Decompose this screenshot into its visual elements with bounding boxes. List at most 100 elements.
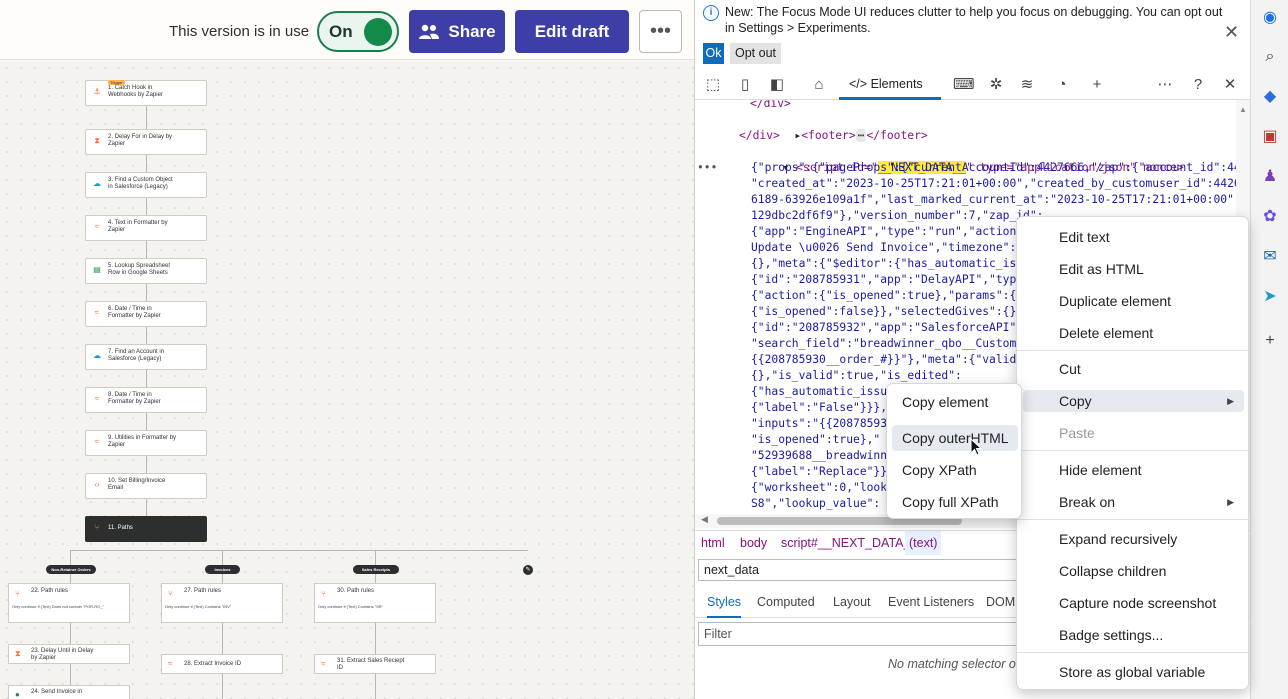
menu-item-cut[interactable]: Cut (1023, 358, 1244, 380)
json-text-line[interactable]: Update \u0026 Send Invoice","timezone": (751, 240, 1016, 256)
share-button[interactable]: Share (409, 10, 505, 53)
zap-step-4[interactable]: ≈ 4. Text in Formatter by Zapier (85, 215, 207, 241)
crumb-script[interactable]: script#__NEXT_DATA__ (781, 531, 917, 555)
ellipsis-icon[interactable]: ⋯ (855, 129, 867, 142)
welcome-home-icon[interactable]: ⌂ (809, 75, 829, 95)
menu-item-store-as-global-variable[interactable]: Store as global variable (1023, 661, 1244, 683)
json-text-line[interactable]: {"is_opened":false}},"selectedGives":{}, (751, 304, 1023, 320)
toolbox-icon[interactable]: ▣ (1260, 127, 1280, 147)
tab-event-listeners[interactable]: Event Listeners (888, 588, 974, 616)
network-icon[interactable]: ≋ (1017, 75, 1037, 95)
submenu-item-copy-outerhtml[interactable]: Copy outerHTML (892, 425, 1018, 451)
path-rule-22[interactable]: ⑂ 22. Path rules Only continue if (Text)… (8, 583, 130, 623)
menu-item-duplicate-element[interactable]: Duplicate element (1023, 290, 1244, 312)
path-pill-invoices[interactable]: Invoices (205, 565, 240, 574)
dock-side-icon[interactable]: ◧ (767, 75, 787, 95)
zap-step-7[interactable]: ☁ 7. Find an Account in Salesforce (Legac… (85, 344, 207, 370)
menu-item-expand-recursively[interactable]: Expand recursively (1023, 528, 1244, 550)
tab-computed[interactable]: Computed (757, 588, 815, 616)
zap-step-9[interactable]: ≈ 9. Utilities in Formatter by Zapier (85, 430, 207, 456)
menu-item-capture-node-screenshot[interactable]: Capture node screenshot (1023, 592, 1244, 614)
help-icon[interactable]: ? (1188, 75, 1208, 95)
zap-step-23[interactable]: ⧗ 23. Delay Until in Delay by Zapier (8, 644, 130, 664)
performance-icon[interactable]: ◔ (1052, 75, 1072, 95)
zap-step-1[interactable]: Trigger ⚓ 1. Catch Hook in Webhooks by Za… (85, 80, 207, 106)
json-text-line[interactable]: 129dbc2df6f9"},"version_number":7,"zap_i… (751, 208, 1043, 224)
json-text-line[interactable]: 6189-63926e109a1f","last_marked_current_… (751, 192, 1236, 208)
json-text-line[interactable]: {{208785930__order_#}}"},"meta":{"valida (751, 352, 1023, 368)
menu-item-collapse-children[interactable]: Collapse children (1023, 560, 1244, 582)
shopping-tag-icon[interactable]: ◆ (1260, 87, 1280, 107)
crumb-body[interactable]: body (740, 531, 767, 555)
json-text-line[interactable]: {"props":{"pageProps":{"currentAccountId… (751, 160, 1236, 176)
zap-step-3[interactable]: ☁ 3. Find a Custom Object in Salesforce (… (85, 172, 207, 198)
zap-step-11-paths[interactable]: ⑂ 11. Paths (85, 516, 207, 542)
bug-icon[interactable]: ✲ (986, 75, 1006, 95)
tab-layout[interactable]: Layout (833, 588, 871, 616)
add-sidebar-app-icon[interactable]: + (1260, 331, 1280, 351)
crumb-text[interactable]: (text) (905, 531, 942, 555)
scroll-left-icon[interactable]: ◀ (701, 514, 708, 525)
zap-step-31[interactable]: ≈ 31. Extract Sales Reciept ID (314, 654, 436, 674)
json-text-line[interactable]: {"label":"False"}}}, (751, 400, 887, 416)
zap-step-24[interactable]: ● 24. Send Invoice in (8, 685, 130, 699)
menu-item-badge-settings[interactable]: Badge settings... (1023, 624, 1244, 646)
dom-node-script[interactable]: ▾ <script id="__NEXT_DATA__" type="appli… (728, 144, 1184, 174)
node-actions-icon[interactable]: ••• (697, 160, 717, 176)
search-icon[interactable]: ⌕ (1260, 47, 1280, 67)
submenu-item-copy-xpath[interactable]: Copy XPath (892, 457, 1018, 483)
json-text-line[interactable]: S8","lookup_value": (751, 496, 880, 512)
more-options-button[interactable]: ••• (639, 10, 682, 53)
menu-item-edit-as-html[interactable]: Edit as HTML (1023, 258, 1244, 280)
menu-item-edit-text[interactable]: Edit text (1023, 226, 1244, 248)
submenu-item-copy-full-xpath[interactable]: Copy full XPath (892, 489, 1018, 515)
more-tools-icon[interactable]: ⋯ (1155, 75, 1175, 95)
microsoft365-icon[interactable]: ✿ (1260, 207, 1280, 227)
path-pill-non-retainer[interactable]: Non-Retainer Orders (46, 565, 96, 574)
menu-item-delete-element[interactable]: Delete element (1023, 322, 1244, 344)
zap-step-10[interactable]: ‹› 10. Set Billing/Invoice Email (85, 473, 207, 499)
send-icon[interactable]: ➤ (1260, 287, 1280, 307)
zap-on-toggle[interactable]: On (317, 11, 399, 52)
json-text-line[interactable]: "is_opened":true}," (751, 432, 880, 448)
zap-step-2[interactable]: ⧗ 2. Delay For in Delay by Zapier (85, 129, 207, 155)
menu-item-hide-element[interactable]: Hide element (1023, 459, 1244, 481)
zap-canvas[interactable]: Trigger ⚓ 1. Catch Hook in Webhooks by Za… (0, 61, 694, 699)
path-rule-30[interactable]: ⑂ 30. Path rules Only continue if (Text)… (314, 583, 436, 623)
copilot-icon[interactable]: ◉ (1260, 8, 1280, 28)
outlook-icon[interactable]: ✉ (1260, 247, 1280, 267)
path-rule-27[interactable]: ⑂ 27. Path rules Only continue if (Text)… (161, 583, 283, 623)
json-text-line[interactable]: {"has_automatic_issue (751, 384, 894, 400)
edit-draft-button[interactable]: Edit draft (515, 10, 629, 53)
dom-node[interactable]: </div> (750, 100, 791, 112)
json-text-line[interactable]: {},"is_valid":true,"is_edited": (751, 368, 962, 384)
json-text-line[interactable]: {"label":"Replace"}} (751, 464, 887, 480)
device-emulation-icon[interactable]: ▯ (735, 75, 755, 95)
zap-step-8[interactable]: ≈ 8. Date / Time in Formatter by Zapier (85, 387, 207, 413)
submenu-item-copy-element[interactable]: Copy element (892, 389, 1018, 415)
json-text-line[interactable]: {"id":"208785932","app":"SalesforceAPI", (751, 320, 1023, 336)
ok-button[interactable]: Ok (703, 43, 724, 64)
json-text-line[interactable]: {"app":"EngineAPI","type":"run","action" (751, 224, 1023, 240)
json-text-line[interactable]: {"id":"208785931","app":"DelayAPI","type… (751, 272, 1030, 288)
tab-styles[interactable]: Styles (707, 588, 742, 618)
json-text-line[interactable]: "52939688__breadwinn (751, 448, 887, 464)
menu-item-copy[interactable]: Copy ▶ (1023, 390, 1244, 412)
zap-step-6[interactable]: ≈ 6. Date / Time in Formatter by Zapier (85, 301, 207, 327)
opt-out-button[interactable]: Opt out (730, 43, 781, 64)
games-icon[interactable]: ♟ (1260, 167, 1280, 187)
inspect-icon[interactable]: ⬚ (703, 75, 723, 95)
json-text-line[interactable]: "search_field":"breadwinner_qbo__Custom_ (751, 336, 1023, 352)
zap-step-5[interactable]: ▤ 5. Lookup Spreadsheet Row in Google She… (85, 258, 207, 284)
tab-dom[interactable]: DOM (986, 588, 1015, 616)
tab-elements[interactable]: </> Elements (839, 70, 941, 100)
menu-item-break-on[interactable]: Break on ▶ (1023, 491, 1244, 513)
json-text-line[interactable]: {"worksheet":0,"looku (751, 480, 894, 496)
json-text-line[interactable]: "inputs":"{{20878593 (751, 416, 887, 432)
dom-node-footer[interactable]: ▸<footer> ⋯ </footer> (740, 112, 928, 142)
close-devtools-icon[interactable]: ✕ (1220, 75, 1240, 95)
json-text-line[interactable]: {"action":{"is_opened":true},"params":{ (751, 288, 1016, 304)
close-icon[interactable]: ✕ (1224, 22, 1239, 43)
dom-node[interactable]: </div> (739, 128, 780, 144)
path-pill-sales-receipts[interactable]: Sales Receipts (353, 565, 399, 574)
